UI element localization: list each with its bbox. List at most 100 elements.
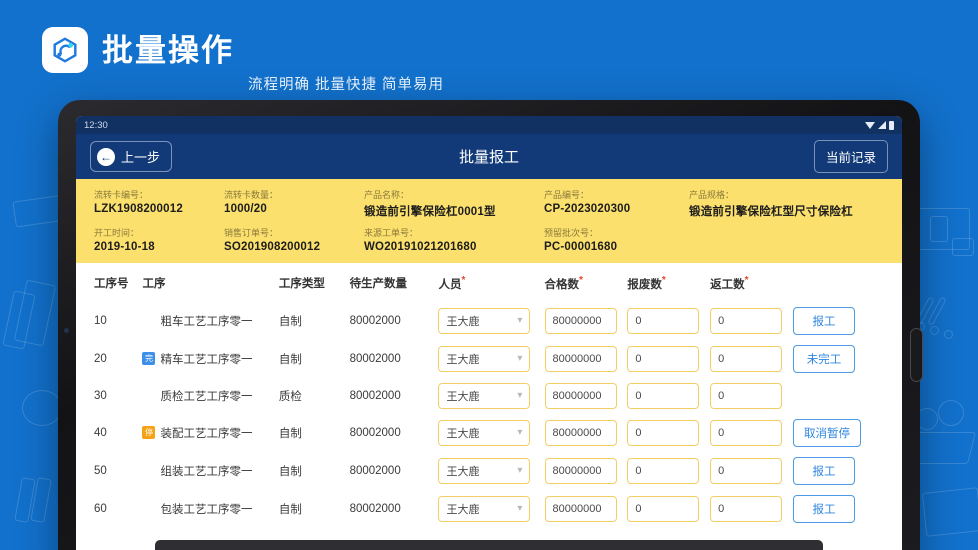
info-value: CP-2023020300	[544, 203, 689, 215]
person-select-value: 王大鹿	[446, 351, 479, 367]
hexagon-logo-icon	[50, 35, 80, 65]
cell-person: 王大鹿 ▾	[438, 378, 544, 414]
col-header-action	[793, 275, 884, 302]
cell-process: 质检工艺工序零一	[142, 378, 278, 414]
page-title: 批量报工	[76, 146, 902, 167]
qualified-input[interactable]: 80000000	[545, 420, 617, 446]
info-label: 产品编号：	[544, 188, 689, 201]
row-action-button[interactable]: 取消暂停	[793, 419, 861, 447]
decor-shape	[930, 216, 948, 242]
info-cell: 产品编号： CP-2023020300	[544, 188, 689, 219]
qualified-input[interactable]: 80000000	[545, 308, 617, 334]
order-info-panel: 流转卡编号： LZK1908200012 流转卡数量： 1000/20 产品名称…	[76, 179, 902, 263]
cell-rework: 0	[710, 378, 793, 414]
cell-process-no: 20	[94, 340, 142, 378]
col-header-process-type: 工序类型	[279, 275, 350, 302]
qualified-input[interactable]: 80000000	[545, 346, 617, 372]
person-select-value: 王大鹿	[446, 501, 479, 517]
col-header-person: 人员*	[438, 275, 544, 302]
scrap-input[interactable]: 0	[627, 346, 699, 372]
info-label: 来源工单号：	[364, 226, 544, 239]
table-row: 30质检工艺工序零一质检80002000王大鹿▾8000000000	[94, 378, 884, 414]
decor-shape	[922, 487, 978, 537]
cell-rework: 0	[710, 340, 793, 378]
col-header-process: 工序	[142, 275, 278, 302]
power-button[interactable]	[910, 328, 923, 382]
rework-input[interactable]: 0	[710, 458, 782, 484]
scrap-input[interactable]: 0	[627, 496, 699, 522]
chevron-down-icon: ▾	[517, 315, 522, 326]
row-action-button[interactable]: 报工	[793, 457, 855, 485]
banner: 批量操作 流程明确 批量快捷 简单易用	[0, 0, 978, 100]
qualified-input[interactable]: 80000000	[545, 496, 617, 522]
process-name: 组装工艺工序零一	[160, 463, 252, 479]
person-select[interactable]: 王大鹿 ▾	[438, 383, 530, 409]
status-bar: 12:30	[76, 116, 902, 134]
info-value: 2019-10-18	[94, 241, 224, 253]
app-icon	[42, 27, 88, 73]
info-label: 预留批次号：	[544, 226, 689, 239]
cell-pending-qty: 80002000	[350, 378, 439, 414]
scrap-input[interactable]: 0	[627, 458, 699, 484]
cell-qualified: 80000000	[545, 378, 628, 414]
info-label: 产品名称：	[364, 188, 544, 201]
rework-input[interactable]: 0	[710, 496, 782, 522]
row-action-button[interactable]: 未完工	[793, 345, 855, 373]
rework-input[interactable]: 0	[710, 346, 782, 372]
cell-person: 王大鹿 ▾	[438, 490, 544, 528]
decor-shape	[927, 296, 946, 325]
cell-pending-qty: 80002000	[350, 452, 439, 490]
qualified-input[interactable]: 80000000	[545, 458, 617, 484]
decor-shape	[944, 330, 953, 339]
status-bar-time: 12:30	[84, 120, 108, 131]
info-value: 锻造前引擎保险杠0001型	[364, 203, 544, 219]
cell-process: 粗车工艺工序零一	[142, 302, 278, 340]
info-label: 产品规格：	[689, 188, 869, 201]
rework-input[interactable]: 0	[710, 420, 782, 446]
chevron-down-icon: ▾	[517, 353, 522, 364]
chevron-down-icon: ▾	[517, 465, 522, 476]
table-row: 50组装工艺工序零一自制80002000王大鹿▾8000000000报工	[94, 452, 884, 490]
info-label: 流转卡数量：	[224, 188, 364, 201]
report-table: 工序号 工序 工序类型 待生产数量 人员* 合格数* 报废数* 返工数* 10粗…	[94, 275, 884, 528]
process-name: 粗车工艺工序零一	[160, 313, 252, 329]
back-button[interactable]: ← 上一步	[90, 141, 172, 172]
decor-shape	[30, 477, 51, 523]
cell-process-type: 自制	[279, 490, 350, 528]
info-cell: 产品名称： 锻造前引擎保险杠0001型	[364, 188, 544, 219]
scrap-input[interactable]: 0	[627, 308, 699, 334]
cell-person: 王大鹿▾	[438, 414, 544, 452]
person-select[interactable]: 王大鹿 ▾	[438, 346, 530, 372]
cell-rework: 0	[710, 452, 793, 490]
person-select[interactable]: 王大鹿▾	[438, 308, 530, 334]
info-label: 流转卡编号：	[94, 188, 224, 201]
chevron-down-icon: ▾	[517, 503, 522, 514]
scrap-input[interactable]: 0	[627, 420, 699, 446]
row-action-button[interactable]: 报工	[793, 495, 855, 523]
cell-pending-qty: 80002000	[350, 302, 439, 340]
chevron-down-icon: ▾	[517, 390, 522, 401]
cell-pending-qty: 80002000	[350, 490, 439, 528]
cell-process-type: 自制	[279, 414, 350, 452]
person-select[interactable]: 王大鹿▾	[438, 458, 530, 484]
required-marker: *	[662, 275, 666, 286]
cell-qualified: 80000000	[545, 340, 628, 378]
qualified-input[interactable]: 80000000	[545, 383, 617, 409]
cell-rework: 0	[710, 302, 793, 340]
wifi-icon	[865, 122, 875, 129]
current-record-button[interactable]: 当前记录	[814, 140, 888, 173]
person-select[interactable]: 王大鹿▾	[438, 420, 530, 446]
rework-input[interactable]: 0	[710, 383, 782, 409]
person-select-value: 王大鹿	[446, 388, 479, 404]
cell-person: 王大鹿▾	[438, 302, 544, 340]
row-action-button[interactable]: 报工	[793, 307, 855, 335]
col-header-pending-qty: 待生产数量	[350, 275, 439, 302]
table-row: 60包装工艺工序零一自制80002000王大鹿▾8000000000报工	[94, 490, 884, 528]
rework-input[interactable]: 0	[710, 308, 782, 334]
decor-shape	[14, 477, 35, 523]
scrap-input[interactable]: 0	[627, 383, 699, 409]
chevron-down-icon: ▾	[517, 427, 522, 438]
person-select[interactable]: 王大鹿 ▾	[438, 496, 530, 522]
cell-rework: 0	[710, 414, 793, 452]
decor-shape	[14, 280, 56, 347]
